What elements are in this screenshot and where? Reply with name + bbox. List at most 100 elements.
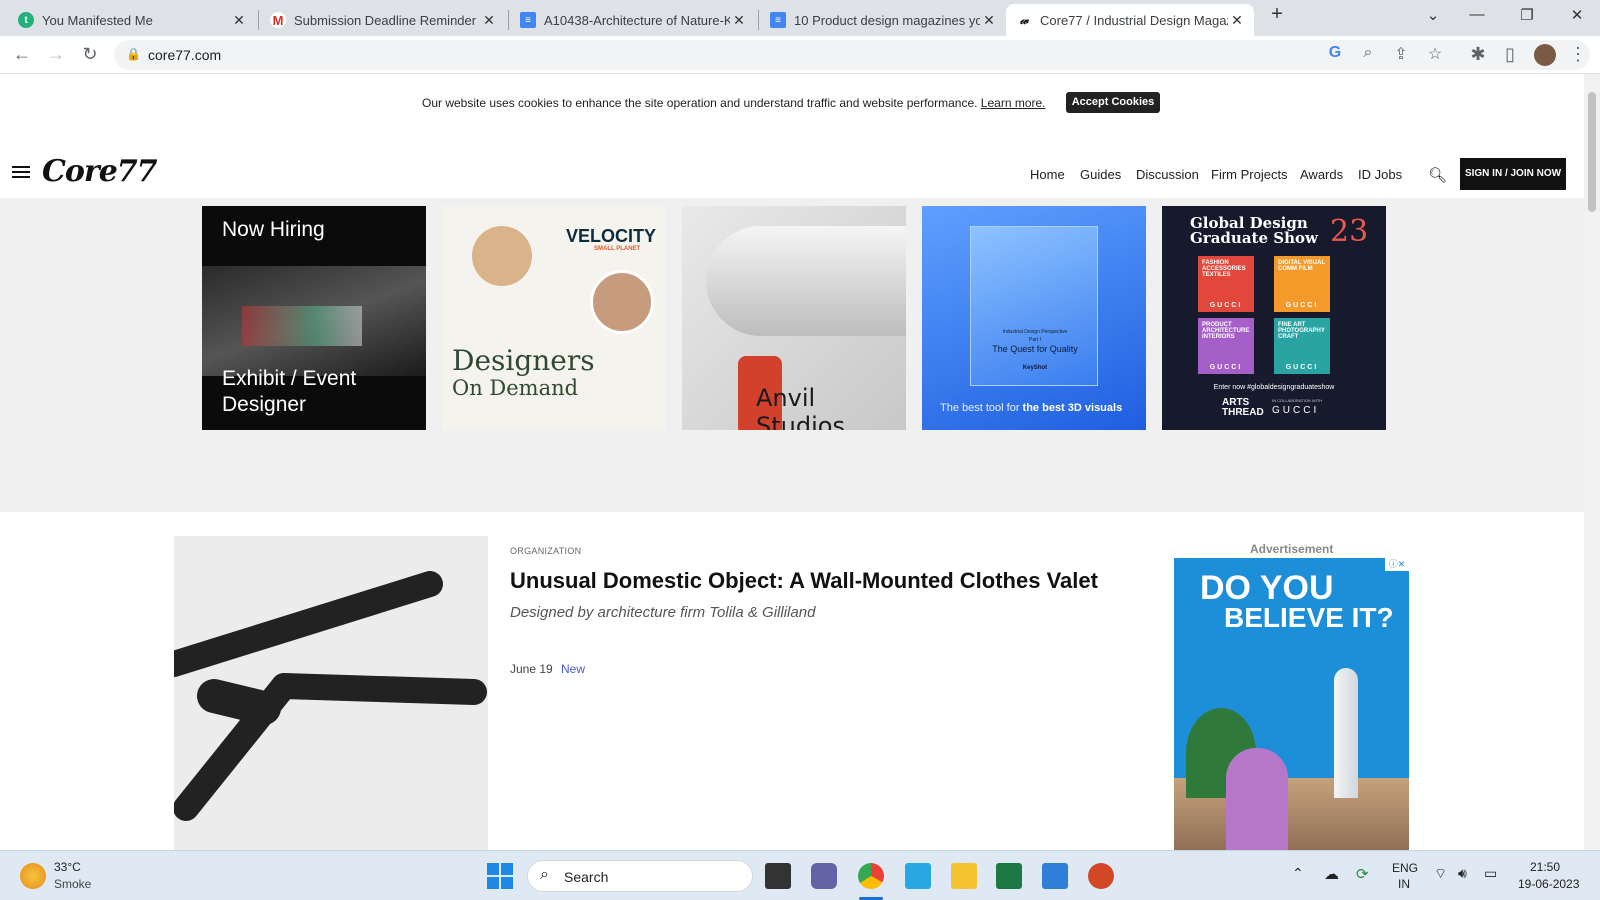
keyshot-logo: KeyShot: [1022, 365, 1048, 371]
reload-icon[interactable]: ↻: [78, 44, 102, 65]
docs-icon: ≡: [520, 12, 536, 28]
google-lens-icon[interactable]: G: [1324, 44, 1346, 62]
sidebar-advertisement[interactable]: ⓘ✕ DO YOU BELIEVE IT?: [1174, 558, 1409, 850]
new-tab-button[interactable]: +: [1262, 3, 1292, 26]
zoom-icon[interactable]: ⌕: [1357, 44, 1379, 62]
ad-card-global-design-graduate-show[interactable]: Global Design Graduate Show 23 FASHION A…: [1162, 206, 1386, 430]
collab-text: IN COLLABORATION WITH: [1272, 398, 1323, 403]
gucci-logo: GUCCI: [1272, 405, 1320, 416]
adchoices-close-icon[interactable]: ⓘ✕: [1385, 558, 1409, 571]
battery-icon[interactable]: ▭: [1484, 865, 1497, 882]
nav-discussion[interactable]: Discussion: [1136, 167, 1199, 182]
teams-chat-icon[interactable]: [811, 863, 837, 889]
tab-submission-deadline[interactable]: M Submission Deadline Reminder - ✕: [260, 4, 506, 36]
photos-icon[interactable]: [1042, 863, 1068, 889]
advertisement-label: Advertisement: [1250, 542, 1334, 556]
desktop-monitor-icon[interactable]: [905, 863, 931, 889]
profile-avatar[interactable]: [1534, 44, 1556, 66]
hamburger-menu-icon[interactable]: [12, 166, 30, 181]
nav-guides[interactable]: Guides: [1080, 167, 1121, 182]
clothes-valet-image: [174, 571, 487, 821]
accept-cookies-button[interactable]: Accept Cookies: [1066, 92, 1160, 113]
file-explorer-icon[interactable]: [951, 863, 977, 889]
sync-icon[interactable]: ⟳: [1356, 865, 1369, 883]
ad-family-photo: [1226, 748, 1288, 850]
ad-card-now-hiring[interactable]: Now Hiring Exhibit / Event Designer: [202, 206, 426, 430]
ad-card-anvil-studios[interactable]: Anvil Studios: [682, 206, 906, 430]
weather-condition[interactable]: Smoke: [54, 877, 91, 891]
tab-product-design-magazines[interactable]: ≡ 10 Product design magazines yo ✕: [760, 4, 1006, 36]
minimize-icon[interactable]: —: [1462, 6, 1492, 23]
tab-you-manifested-me[interactable]: t You Manifested Me ✕: [8, 4, 256, 36]
ad-card-keyshot[interactable]: Industrial Design Perspective Part I The…: [922, 206, 1146, 430]
designers-text: Designers: [452, 344, 595, 377]
learn-more-link[interactable]: Learn more.: [981, 96, 1046, 110]
designer-portrait-2: [590, 270, 654, 334]
tab-title: Submission Deadline Reminder -: [294, 12, 480, 28]
tile-fine-art: FINE ART PHOTOGRAPHY CRAFT GUCCI: [1274, 318, 1330, 374]
tile-fashion: FASHION ACCESSORIES TEXTILES GUCCI: [1198, 256, 1254, 312]
article-card: ORGANIZATION Unusual Domestic Object: A …: [0, 512, 1584, 850]
arts-thread-logo: ARTS THREAD: [1222, 397, 1264, 418]
share-icon[interactable]: ⇪: [1390, 44, 1412, 64]
tab-search-icon[interactable]: ⌄: [1418, 6, 1448, 24]
article-headline[interactable]: Unusual Domestic Object: A Wall-Mounted …: [510, 568, 1098, 594]
article-category[interactable]: ORGANIZATION: [510, 546, 581, 556]
ad-card-velocity[interactable]: VELOCITY SMALL PLANET Designers On Deman…: [442, 206, 666, 430]
nav-firm-projects[interactable]: Firm Projects: [1211, 167, 1288, 182]
taskbar-search-label: Search: [564, 869, 609, 885]
site-header: Core77 Home Guides Discussion Firm Proje…: [0, 134, 1584, 198]
nav-home[interactable]: Home: [1030, 167, 1065, 182]
article-subhead: Designed by architecture firm Tolila & G…: [510, 604, 816, 621]
scrollbar-thumb[interactable]: [1588, 92, 1596, 212]
tab-architecture-of-nature[interactable]: ≡ A10438-Architecture of Nature-K ✕: [510, 4, 756, 36]
t-icon: t: [18, 12, 34, 28]
close-icon[interactable]: ✕: [480, 12, 498, 29]
language-in[interactable]: IN: [1398, 877, 1410, 891]
windows-taskbar: 33°C Smoke ⌕ Search ⌃ ☁ ⟳ ENG IN ⌔ 🔊︎ ▭ …: [0, 850, 1600, 900]
excel-icon[interactable]: [996, 863, 1022, 889]
tab-title: You Manifested Me: [42, 12, 153, 28]
tab-title: Core77 / Industrial Design Magaz: [1040, 12, 1228, 28]
close-icon[interactable]: ✕: [980, 12, 998, 29]
clock-date[interactable]: 19-06-2023: [1518, 877, 1579, 891]
clock-time[interactable]: 21:50: [1530, 860, 1560, 874]
back-icon[interactable]: ←: [10, 44, 34, 65]
language-eng[interactable]: ENG: [1392, 861, 1418, 875]
menu-kebab-icon[interactable]: ⋮: [1566, 44, 1590, 65]
article-thumbnail[interactable]: [174, 536, 488, 850]
designer-portrait-1: [472, 226, 532, 286]
tab-separator: [508, 10, 509, 30]
address-bar[interactable]: 🔒 core77.com G ⌕ ⇪ ☆: [114, 40, 1590, 70]
cookie-message: Our website uses cookies to enhance the …: [422, 96, 1046, 110]
restore-icon[interactable]: ❐: [1512, 6, 1542, 24]
search-icon: ⌕: [540, 866, 549, 883]
onedrive-icon[interactable]: ☁: [1324, 865, 1339, 883]
weather-icon[interactable]: [20, 863, 46, 889]
task-view-icon[interactable]: [765, 863, 791, 889]
nav-id-jobs[interactable]: ID Jobs: [1358, 167, 1402, 182]
wifi-icon[interactable]: ⌔: [1434, 865, 1447, 883]
weather-temp[interactable]: 33°C: [54, 860, 81, 874]
side-panel-icon[interactable]: ▯: [1498, 44, 1522, 65]
windows-start-icon[interactable]: [487, 863, 513, 889]
close-window-icon[interactable]: ✕: [1562, 6, 1592, 24]
nav-awards[interactable]: Awards: [1300, 167, 1343, 182]
volume-icon[interactable]: 🔊︎: [1458, 865, 1467, 882]
close-icon[interactable]: ✕: [1228, 12, 1246, 29]
extensions-icon[interactable]: ✱: [1466, 44, 1490, 65]
taskbar-search-box[interactable]: ⌕ Search: [527, 860, 753, 892]
powerpoint-icon[interactable]: [1088, 863, 1114, 889]
chrome-icon[interactable]: [858, 863, 884, 889]
tab-core77[interactable]: 𝓌 Core77 / Industrial Design Magaz ✕: [1006, 4, 1254, 36]
forward-icon[interactable]: →: [44, 44, 68, 65]
bookmark-star-icon[interactable]: ☆: [1424, 44, 1446, 64]
url-text[interactable]: core77.com: [148, 47, 221, 63]
close-icon[interactable]: ✕: [730, 12, 748, 29]
sign-in-join-button[interactable]: SIGN IN / JOIN NOW: [1460, 158, 1566, 190]
search-icon[interactable]: 🔍︎: [1428, 166, 1447, 184]
core77-logo[interactable]: Core77: [42, 154, 158, 189]
close-icon[interactable]: ✕: [230, 12, 248, 29]
show-hidden-icons-chevron-icon[interactable]: ⌃: [1292, 865, 1304, 882]
page-scrollbar[interactable]: [1584, 74, 1600, 850]
